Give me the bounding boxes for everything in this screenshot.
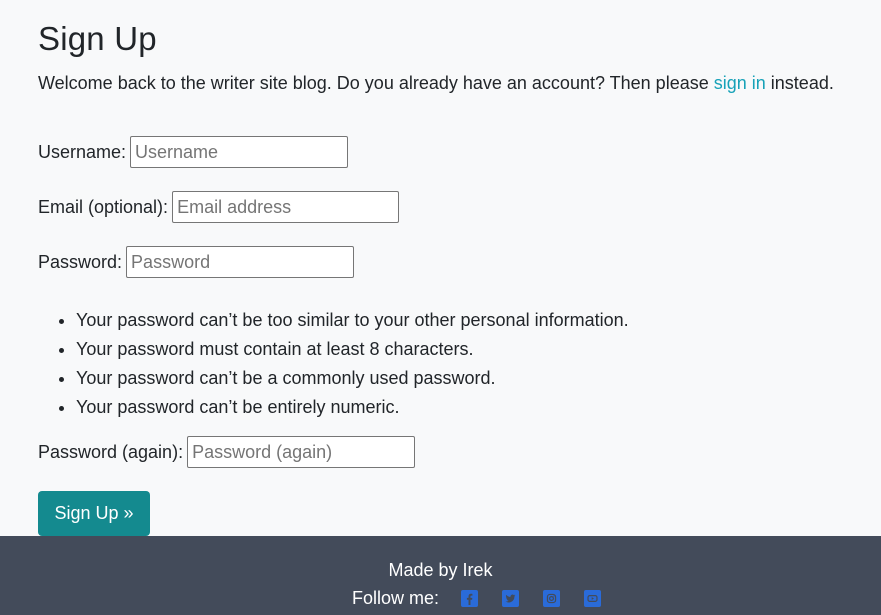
sign-in-link[interactable]: sign in	[714, 73, 766, 93]
password-help-item: Your password can’t be a commonly used p…	[76, 364, 629, 393]
username-input[interactable]	[130, 136, 349, 168]
instagram-icon[interactable]	[543, 590, 561, 607]
follow-label: Follow me:	[352, 588, 440, 608]
intro-text: Welcome back to the writer site blog. Do…	[38, 73, 834, 94]
facebook-icon[interactable]	[461, 590, 479, 607]
password-row: Password:	[38, 246, 355, 278]
password-input[interactable]	[126, 246, 355, 278]
password-label: Password:	[38, 251, 123, 272]
password-help-list: Your password can’t be too similar to yo…	[38, 306, 629, 422]
password-help-item: Your password can’t be entirely numeric.	[76, 393, 629, 422]
email-label: Email (optional):	[38, 196, 169, 217]
password-again-row: Password (again):	[38, 436, 416, 468]
sign-up-button[interactable]: Sign Up »	[38, 491, 150, 536]
email-row: Email (optional):	[38, 191, 400, 223]
main-content: Sign Up Welcome back to the writer site …	[38, 0, 881, 536]
password-help-item: Your password can’t be too similar to yo…	[76, 306, 629, 335]
password-again-label: Password (again):	[38, 441, 184, 462]
twitter-icon[interactable]	[502, 590, 520, 607]
follow-row: Follow me:	[352, 588, 625, 609]
intro-suffix: instead.	[770, 73, 834, 93]
made-by-text: Made by Irek	[388, 560, 493, 580]
intro-message: Welcome back to the writer site blog. Do…	[38, 73, 709, 93]
username-label: Username:	[38, 141, 127, 162]
email-input[interactable]	[172, 191, 400, 223]
footer: Made by Irek Follow me:	[0, 536, 881, 615]
youtube-icon[interactable]	[584, 590, 602, 607]
password-help-item: Your password must contain at least 8 ch…	[76, 335, 629, 364]
username-row: Username:	[38, 136, 349, 168]
page-title: Sign Up	[38, 20, 157, 57]
password-again-input[interactable]	[187, 436, 416, 468]
